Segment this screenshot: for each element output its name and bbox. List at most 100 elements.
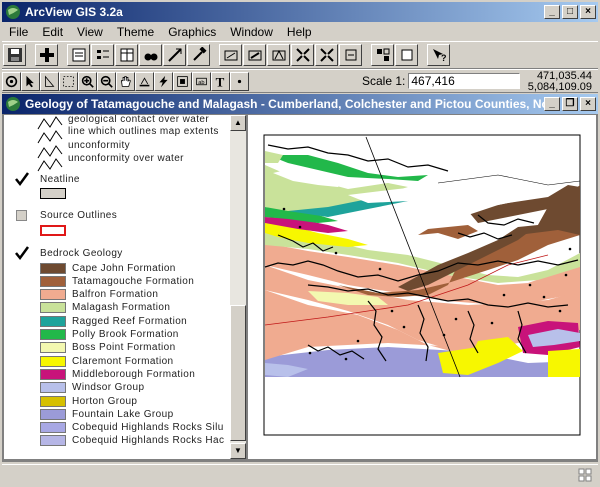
line-symbol-3 — [37, 145, 63, 159]
zoom-out-tool[interactable] — [97, 71, 116, 91]
theme-properties-button[interactable] — [67, 44, 90, 66]
scroll-up-button[interactable]: ▲ — [230, 115, 246, 131]
identify-icon — [5, 75, 18, 87]
text-tool[interactable]: T — [211, 71, 230, 91]
source-outlines-label: Source Outlines — [40, 209, 118, 221]
query-builder-button[interactable] — [187, 44, 210, 66]
scroll-down-button[interactable]: ▼ — [230, 443, 246, 459]
select-feature-icon — [63, 75, 74, 87]
zoom-active-themes-button[interactable] — [243, 44, 266, 66]
hand-icon — [120, 75, 131, 87]
area-icon — [177, 75, 188, 87]
measure-tool[interactable] — [135, 71, 154, 91]
edit-legend-button[interactable] — [91, 44, 114, 66]
save-project-button[interactable] — [3, 44, 26, 66]
menu-bar: File Edit View Theme Graphics Window Hel… — [2, 23, 598, 41]
zoom-themes-icon — [248, 50, 261, 61]
menu-file[interactable]: File — [2, 25, 35, 39]
label-tool[interactable]: ab — [192, 71, 211, 91]
zoom-in-button[interactable] — [291, 44, 314, 66]
legend-swatch — [40, 302, 66, 314]
pan-tool[interactable] — [116, 71, 135, 91]
draw-point-tool[interactable] — [230, 71, 249, 91]
add-theme-icon — [39, 48, 54, 62]
view-minimize-button[interactable]: _ — [544, 97, 560, 111]
geology-map[interactable] — [248, 115, 596, 459]
source-outlines-checkbox[interactable] — [16, 210, 27, 221]
menu-window[interactable]: Window — [223, 25, 280, 39]
save-icon — [7, 48, 22, 62]
cursor-coordinates: 471,035.44 5,084,109.09 — [528, 71, 592, 93]
neatline-checkmark-icon[interactable] — [14, 171, 30, 187]
legend-label: Cape John Formation — [72, 262, 176, 274]
select-features-icon — [376, 48, 389, 61]
menu-help[interactable]: Help — [280, 25, 319, 39]
menu-theme[interactable]: Theme — [110, 25, 161, 39]
table-of-contents: geological contact over water line which… — [4, 115, 230, 459]
area-of-interest-tool[interactable] — [173, 71, 192, 91]
resize-grip-icon[interactable] — [578, 468, 592, 482]
scale-input[interactable] — [408, 73, 521, 89]
zoom-in-icon — [81, 75, 94, 88]
clear-selection-button[interactable] — [395, 44, 418, 66]
scale-control: Scale 1: — [362, 73, 521, 89]
open-theme-table-button[interactable] — [115, 44, 138, 66]
menu-graphics[interactable]: Graphics — [161, 25, 223, 39]
zoom-selected-button[interactable] — [267, 44, 290, 66]
text-icon: T — [216, 75, 225, 88]
zoom-in-arrows-icon — [295, 48, 310, 62]
zoom-out-button[interactable] — [315, 44, 338, 66]
svg-text:?: ? — [441, 53, 447, 63]
help-button[interactable]: ? — [427, 44, 450, 66]
close-button[interactable]: × — [580, 5, 596, 19]
zoom-previous-icon — [345, 49, 356, 61]
zoom-full-extent-button[interactable] — [219, 44, 242, 66]
status-bar — [2, 464, 598, 485]
scroll-thumb[interactable] — [230, 305, 246, 441]
legend-label: Windsor Group — [72, 382, 145, 394]
locate-address-button[interactable] — [163, 44, 186, 66]
line-item-label: unconformity — [68, 139, 131, 151]
pointer-tool[interactable] — [21, 71, 40, 91]
legend-swatch — [40, 368, 66, 380]
minimize-button[interactable]: _ — [544, 5, 560, 19]
legend-label: Tatamagouche Formation — [72, 275, 195, 287]
legend-item: Horton Group — [40, 394, 137, 408]
bedrock-checkmark-icon[interactable] — [14, 245, 30, 261]
zoom-previous-button[interactable] — [339, 44, 362, 66]
arcview-globe-icon — [6, 5, 20, 19]
legend-swatch — [40, 329, 66, 340]
legend-item: Polly Brook Formation — [40, 328, 179, 342]
legend-item: Cobequid Highlands Rocks Silu — [40, 421, 224, 435]
legend-swatch — [40, 342, 66, 354]
toc-scrollbar[interactable]: ▲ ▼ — [230, 115, 246, 459]
coord-y: 5,084,109.09 — [527, 81, 592, 93]
vertex-edit-icon — [45, 75, 55, 87]
legend-label: Horton Group — [72, 395, 138, 407]
map-display[interactable] — [248, 115, 596, 459]
zoom-in-tool[interactable] — [78, 71, 97, 91]
legend-item: Boss Point Formation — [40, 341, 176, 355]
legend-swatch — [40, 275, 66, 287]
app-title: ArcView GIS 3.2a — [25, 5, 123, 19]
menu-view[interactable]: View — [70, 25, 110, 39]
legend-label: Claremont Formation — [72, 355, 174, 367]
select-features-button[interactable] — [371, 44, 394, 66]
view-close-button[interactable]: × — [580, 97, 596, 111]
clear-selection-icon — [401, 49, 412, 61]
legend-label: Boss Point Formation — [72, 342, 176, 354]
hot-link-tool[interactable] — [154, 71, 173, 91]
identify-tool[interactable] — [2, 71, 21, 91]
select-feature-tool[interactable] — [59, 71, 78, 91]
arcview-window: ArcView GIS 3.2a _ □ × File Edit View Th… — [0, 0, 600, 487]
menu-edit[interactable]: Edit — [35, 25, 70, 39]
vertex-edit-tool[interactable] — [40, 71, 59, 91]
add-theme-button[interactable] — [35, 44, 58, 66]
view-restore-button[interactable]: ❐ — [562, 97, 578, 111]
maximize-button[interactable]: □ — [562, 5, 578, 19]
line-symbol-4 — [37, 158, 63, 172]
legend-item: Balfron Formation — [40, 288, 158, 302]
line-symbol-1 — [37, 116, 63, 130]
legend-item: Windsor Group — [40, 381, 144, 395]
find-button[interactable] — [139, 44, 162, 66]
